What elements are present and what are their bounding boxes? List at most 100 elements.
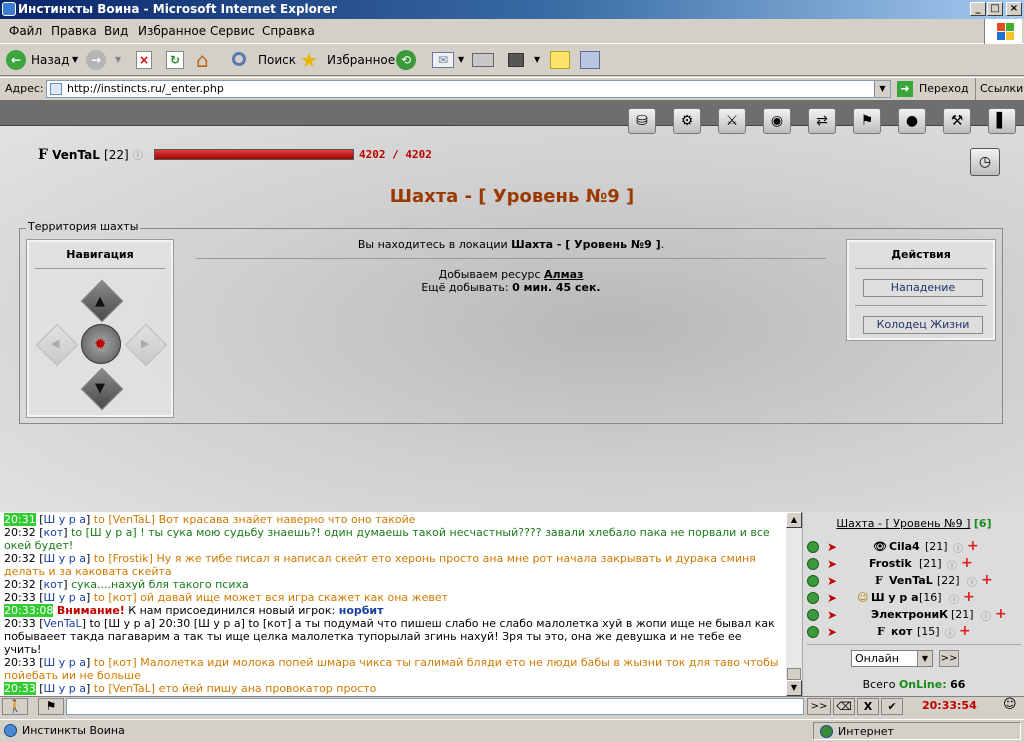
menu-file[interactable]: Файл <box>9 24 42 38</box>
edit-button[interactable]: ▼ <box>506 48 542 72</box>
info-icon[interactable]: ⓘ <box>947 557 957 572</box>
scroll-thumb[interactable] <box>787 668 801 680</box>
chat-nick[interactable]: кот <box>44 578 64 591</box>
chat-scrollbar[interactable]: ▲ ▼ <box>786 512 802 696</box>
chat-nick[interactable]: VenTaL <box>44 617 82 630</box>
info-icon[interactable]: ⓘ <box>981 608 991 623</box>
online-filter-select[interactable]: Онлайн ▼ <box>851 650 933 667</box>
flag-icon[interactable]: ⚑ <box>38 698 64 715</box>
user-row[interactable]: ➤ F кот [15] ⓘ + <box>807 623 1021 641</box>
user-name[interactable]: ЭлектрониК <box>871 608 948 621</box>
info-icon[interactable]: ⓘ <box>953 540 963 555</box>
user-name[interactable]: Frostik <box>869 557 912 570</box>
user-name[interactable]: кот <box>891 625 912 638</box>
address-dropdown-icon[interactable]: ▼ <box>874 81 890 97</box>
chat-time: 20:33 <box>4 591 36 604</box>
player-info-icon[interactable]: ⓘ <box>133 151 143 162</box>
game-tool-icon[interactable]: ⚒ <box>943 108 971 134</box>
chat-nick[interactable]: кот <box>44 526 64 539</box>
forward-button[interactable]: → ▼ <box>86 48 124 72</box>
mining-resource-link[interactable]: Алмаз <box>544 268 583 281</box>
links-button[interactable]: Ссылки <box>980 82 1023 95</box>
game-bag-icon[interactable]: ● <box>898 108 926 134</box>
close-button[interactable]: × <box>1006 2 1022 16</box>
search-button[interactable]: Поиск <box>230 48 296 72</box>
person-icon[interactable]: 🚶 <box>2 698 28 715</box>
favorites-label: Избранное <box>327 53 396 67</box>
attack-button[interactable]: Нападение <box>863 279 983 297</box>
chat-nick[interactable]: Ш у р а <box>44 552 87 565</box>
maximize-button[interactable]: □ <box>987 2 1003 16</box>
add-icon[interactable]: + <box>959 623 971 639</box>
scroll-down-icon[interactable]: ▼ <box>786 680 802 696</box>
chat-nick[interactable]: Ш у р а <box>44 656 87 669</box>
game-globe-icon[interactable]: ◉ <box>763 108 791 134</box>
add-icon[interactable]: + <box>981 572 993 588</box>
menu-tools[interactable]: Сервис <box>210 24 255 38</box>
research-button[interactable] <box>580 48 602 72</box>
minimize-button[interactable]: _ <box>970 2 986 16</box>
home-button[interactable]: ⌂ <box>196 48 220 72</box>
info-icon[interactable]: ⓘ <box>945 625 955 640</box>
chat-ok-button[interactable]: ✔ <box>881 698 903 715</box>
life-well-button[interactable]: Колодец Жизни <box>863 316 983 334</box>
go-button[interactable]: ➜ Переход <box>897 80 969 98</box>
chat-recipient[interactable]: to [кот] <box>94 656 137 669</box>
users-go-button[interactable]: >> <box>939 650 959 667</box>
favorites-button[interactable]: ★ Избранное <box>300 48 395 72</box>
user-name[interactable]: VenTaL <box>889 574 933 587</box>
back-button[interactable]: ← Назад ▼ <box>6 48 82 72</box>
player-name[interactable]: VenTaL <box>52 148 100 162</box>
user-row[interactable]: ➤ 👁 Cila4 [21] ⓘ + <box>807 538 1021 556</box>
menu-favorites[interactable]: Избранное <box>138 24 206 38</box>
refresh-button[interactable]: ↻ <box>164 48 186 72</box>
discuss-button[interactable] <box>550 48 572 72</box>
chat-recipient[interactable]: to [VenTaL] <box>94 513 155 526</box>
user-row[interactable]: ➤ ☺ Ш у р а [16] ⓘ + <box>807 589 1021 607</box>
chat-recipient[interactable]: to [Ш у р а] <box>89 617 155 630</box>
users-location-link[interactable]: Шахта - [ Уровень №9 ] <box>836 517 970 530</box>
user-row[interactable]: ➤ ЭлектрониК [21] ⓘ + <box>807 606 1021 624</box>
info-icon[interactable]: ⓘ <box>967 574 977 589</box>
menu-help[interactable]: Справка <box>262 24 315 38</box>
user-row[interactable]: ➤ Frostik [21] ⓘ + <box>807 555 1021 573</box>
user-row[interactable]: ➤ F VenTaL [22] ⓘ + <box>807 572 1021 590</box>
eraser-icon[interactable]: ⌫ <box>833 698 855 715</box>
game-inventory-icon[interactable]: ⛁ <box>628 108 656 134</box>
chevron-down-icon[interactable]: ▼ <box>917 651 932 666</box>
chat-recipient[interactable]: to [кот] <box>94 591 137 604</box>
nav-center-button[interactable]: ✹ <box>81 324 121 364</box>
chat-recipient[interactable]: to [VenTaL] <box>94 682 155 695</box>
add-icon[interactable]: + <box>963 589 975 605</box>
print-button[interactable] <box>472 48 496 72</box>
chat-clear-button[interactable]: X <box>857 698 879 715</box>
mail-button[interactable]: ✉ ▼ <box>432 48 466 72</box>
game-sword-icon[interactable]: ⚔ <box>718 108 746 134</box>
add-icon[interactable]: + <box>961 555 973 571</box>
chat-input[interactable] <box>66 698 804 715</box>
address-input[interactable]: http://instincts.ru/_enter.php ▼ <box>46 80 891 98</box>
add-icon[interactable]: + <box>995 606 1007 622</box>
game-clock-icon[interactable]: ◷ <box>970 148 1000 176</box>
game-flag-icon[interactable]: ⚑ <box>853 108 881 134</box>
chat-nick[interactable]: Ш у р а <box>44 591 87 604</box>
user-name[interactable]: Ш у р а <box>871 591 919 604</box>
scroll-up-icon[interactable]: ▲ <box>786 512 802 528</box>
user-name[interactable]: Cila4 <box>889 540 920 553</box>
chat-recipient[interactable]: to [Ш у р а] <box>71 526 137 539</box>
chat-nick[interactable]: Ш у р а <box>44 682 87 695</box>
game-exit-icon[interactable]: ▌ <box>988 108 1016 134</box>
add-icon[interactable]: + <box>967 538 979 554</box>
chat-recipient[interactable]: to [Frostik] <box>94 552 153 565</box>
chat-send-button[interactable]: >> <box>807 698 831 715</box>
history-button[interactable]: ⟲ <box>394 48 418 72</box>
chat-newbie[interactable]: норбит <box>339 604 384 617</box>
menu-edit[interactable]: Правка <box>51 24 97 38</box>
stop-button[interactable]: × <box>134 48 154 72</box>
smiley-icon[interactable]: ☺ <box>1003 697 1017 712</box>
chat-nick[interactable]: Ш у р а <box>44 513 87 526</box>
game-gear-icon[interactable]: ⚙ <box>673 108 701 134</box>
menu-view[interactable]: Вид <box>104 24 128 38</box>
game-transfer-icon[interactable]: ⇄ <box>808 108 836 134</box>
info-icon[interactable]: ⓘ <box>949 591 959 606</box>
